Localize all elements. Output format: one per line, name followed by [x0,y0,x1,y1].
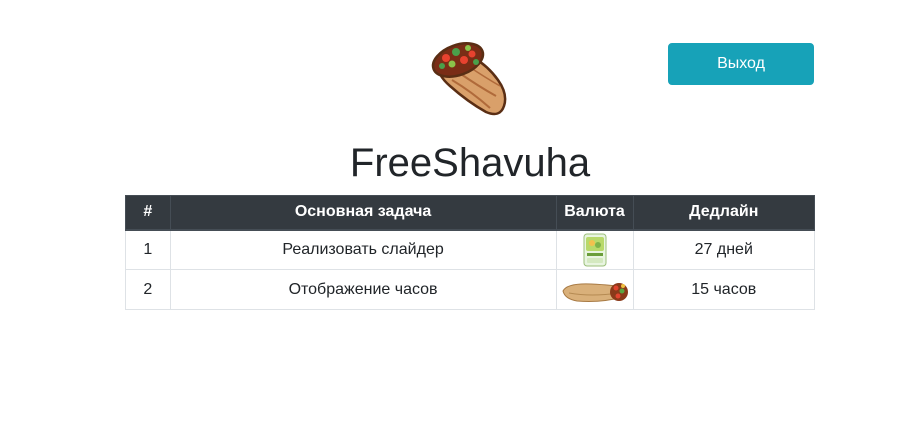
table-row: 2 Отображение часов 15 часов [125,269,816,310]
column-header-currency: Валюта [555,195,634,231]
row-task: Отображение часов [169,269,557,310]
table-row: 1 Реализовать слайдер 27 дней [125,229,816,270]
row-number: 2 [125,269,171,310]
row-currency [555,229,634,270]
page: Выход FreeShavuha # Основная задача Валю… [0,0,924,440]
table-header-row: # Основная задача Валюта Дедлайн [125,195,816,231]
page-title: FreeShavuha [349,141,591,185]
logout-button[interactable]: Выход [668,43,814,85]
tasks-table: # Основная задача Валюта Дедлайн 1 Реали… [125,195,816,310]
column-header-deadline: Дедлайн [632,195,816,231]
row-number: 1 [125,229,171,270]
shawarma-icon [431,42,507,116]
column-header-task: Основная задача [169,195,557,231]
row-task: Реализовать слайдер [169,229,557,270]
row-deadline: 27 дней [632,229,816,270]
column-header-number: # [125,195,171,231]
row-deadline: 15 часов [632,269,816,310]
shawarma-roll-icon [561,282,628,302]
salad-pack-icon [583,233,607,267]
row-currency [555,269,634,310]
